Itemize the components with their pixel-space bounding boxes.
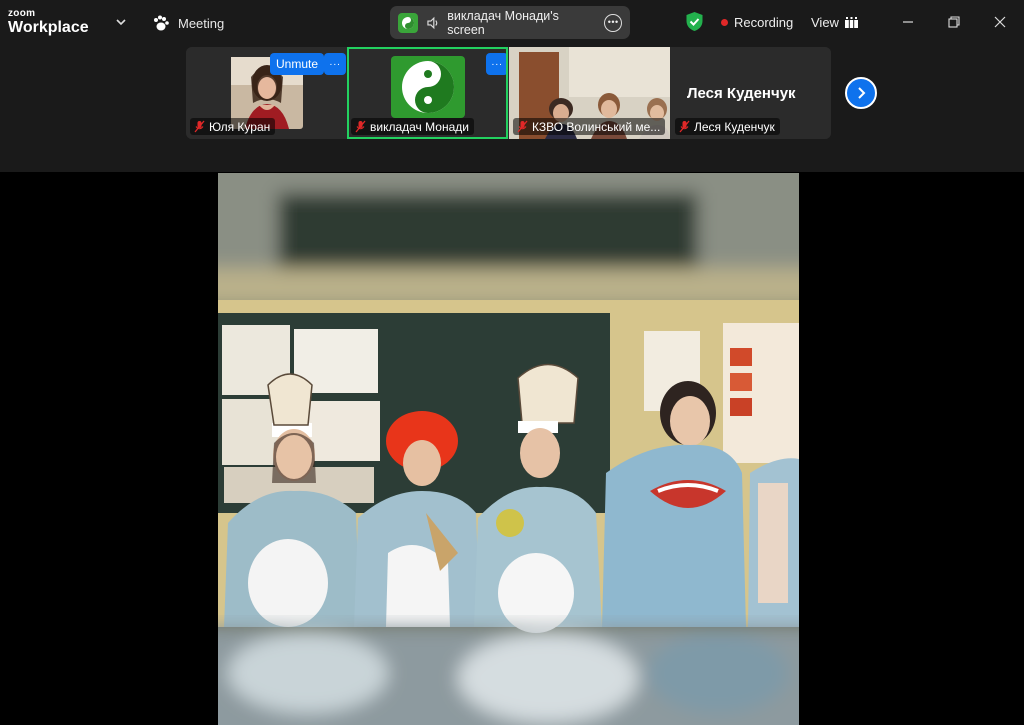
mic-off-icon <box>355 120 366 133</box>
screen-share-indicator[interactable]: викладач Монади's screen ••• <box>390 6 630 39</box>
participant-name: Юля Куран <box>209 119 271 134</box>
logo-bottom-text: Workplace <box>8 19 89 36</box>
view-label: View <box>811 14 839 30</box>
participant-name: КЗВО Волинський ме... <box>532 119 661 134</box>
participant-tile-monady[interactable]: ··· викладач Монади <box>347 47 508 139</box>
view-button[interactable]: View <box>811 12 858 32</box>
restore-icon[interactable] <box>942 10 966 34</box>
participant-name-tag: КЗВО Волинський ме... <box>513 118 666 135</box>
mic-off-icon <box>194 120 205 133</box>
logo-top-text: zoom <box>8 8 36 19</box>
zoom-logo: zoom Workplace <box>8 9 89 36</box>
more-icon[interactable]: ··· <box>486 53 506 75</box>
participant-name-tag: Юля Куран <box>190 118 276 135</box>
view-grid-icon <box>844 16 858 28</box>
unmute-button[interactable]: Unmute <box>270 53 325 75</box>
title-bar: zoom Workplace Meeting викладач Монади's… <box>0 0 1024 44</box>
close-icon[interactable] <box>988 10 1012 34</box>
participant-name-tag: викладач Монади <box>351 118 474 135</box>
participant-name: Леся Куденчук <box>694 119 775 134</box>
more-icon[interactable]: ••• <box>604 13 622 32</box>
share-app-icon <box>398 12 418 33</box>
speaker-icon[interactable] <box>426 16 440 30</box>
yin-yang-icon <box>391 56 465 118</box>
participant-tile-lesia[interactable]: Леся Куденчук Леся Куденчук <box>671 47 831 139</box>
participant-tile-yulia[interactable]: Unmute ··· Юля Куран <box>186 47 346 139</box>
mic-off-icon <box>517 120 528 133</box>
participant-name: викладач Монади <box>370 119 469 134</box>
next-page-button[interactable] <box>845 77 877 109</box>
shared-photo <box>218 173 799 725</box>
shared-screen <box>218 173 799 725</box>
mic-off-icon <box>679 120 690 133</box>
record-dot-icon <box>721 18 728 26</box>
participant-name-tag: Леся Куденчук <box>675 118 780 135</box>
chevron-down-icon[interactable] <box>113 14 129 30</box>
shield-check-icon[interactable] <box>685 11 704 32</box>
recording-indicator[interactable]: Recording <box>721 12 793 32</box>
gallery-strip: Unmute ··· Юля Куран ··· викладач Монади… <box>186 47 831 139</box>
meeting-label: Meeting <box>178 15 225 31</box>
minimize-icon[interactable] <box>896 10 920 34</box>
chevron-right-icon <box>858 87 866 99</box>
recording-label: Recording <box>734 14 794 30</box>
share-label: викладач Монади's screen <box>447 8 559 37</box>
participant-display-name: Леся Куденчук <box>687 85 796 102</box>
participant-tile-kzvo[interactable]: КЗВО Волинський ме... <box>509 47 670 139</box>
meeting-button[interactable]: Meeting <box>152 12 224 34</box>
more-icon[interactable]: ··· <box>324 53 346 75</box>
paw-icon <box>154 15 169 30</box>
